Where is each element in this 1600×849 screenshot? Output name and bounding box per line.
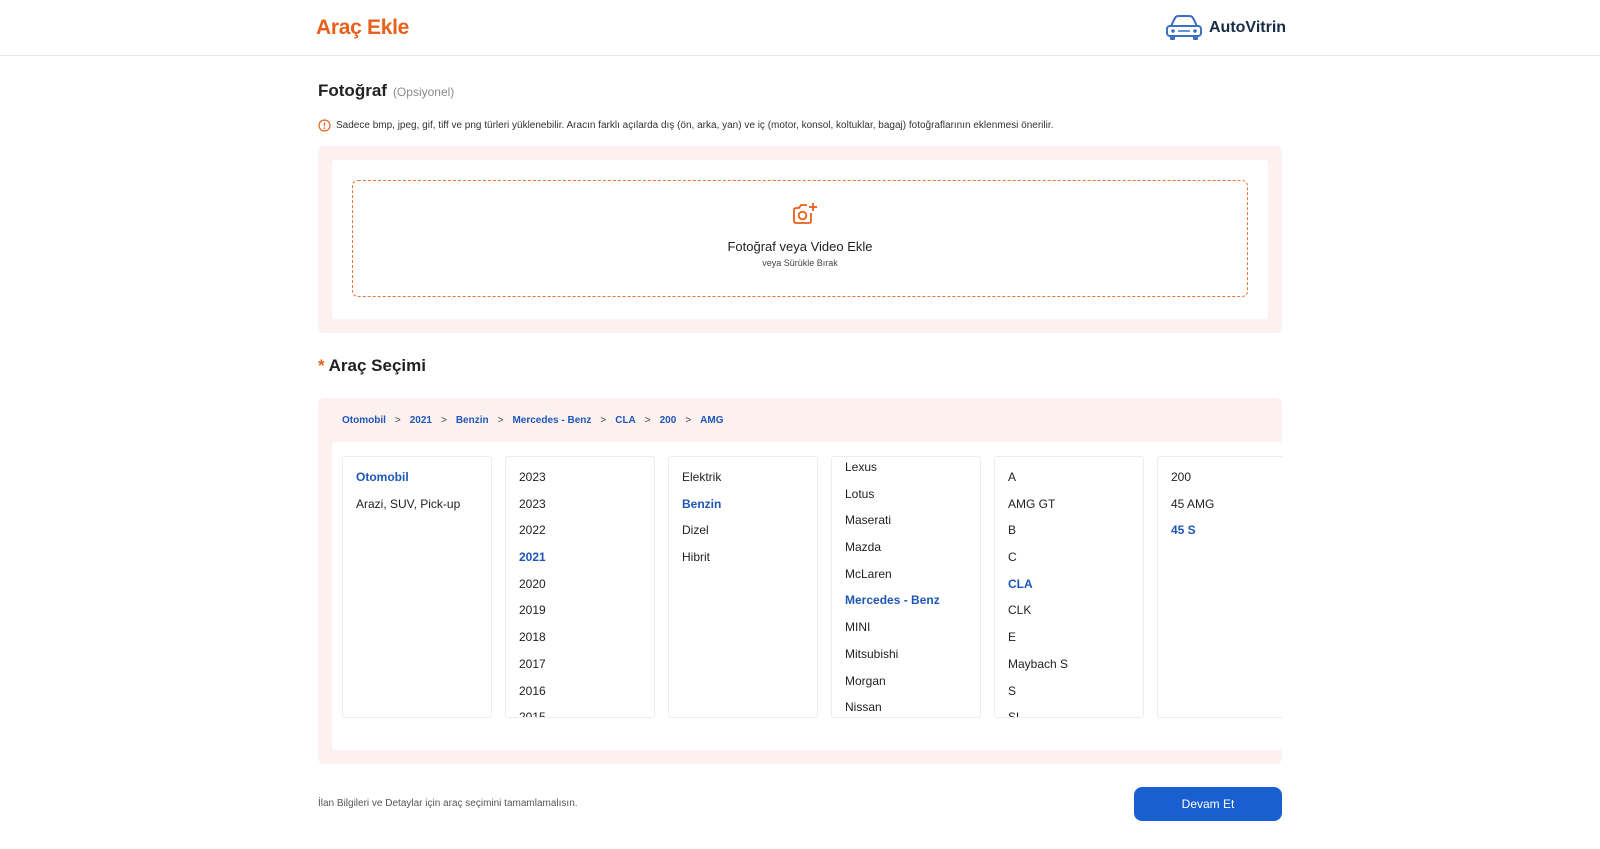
upload-panel: Fotoğraf veya Video Ekle veya Sürükle Bı… bbox=[318, 146, 1282, 333]
brand-logo[interactable]: AutoVitrin bbox=[1165, 14, 1286, 42]
continue-button[interactable]: Devam Et bbox=[1134, 787, 1282, 821]
camera-plus-icon bbox=[793, 203, 817, 224]
column-option[interactable]: Mercedes - Benz bbox=[832, 587, 980, 614]
column-option[interactable]: 2016 bbox=[506, 678, 654, 705]
column-option[interactable]: Morgan bbox=[832, 668, 980, 695]
column-option[interactable]: SL bbox=[995, 704, 1143, 717]
upload-title: Fotoğraf veya Video Ekle bbox=[727, 239, 873, 254]
brand-name: AutoVitrin bbox=[1209, 19, 1287, 36]
breadcrumb-separator: > bbox=[394, 415, 401, 426]
column-option[interactable]: Mazda bbox=[832, 534, 980, 561]
column-option[interactable]: AMG GT bbox=[995, 491, 1143, 518]
car-icon bbox=[1166, 15, 1202, 40]
column-option[interactable]: 2021 bbox=[506, 544, 654, 571]
breadcrumb-separator: > bbox=[600, 415, 607, 426]
photo-section-heading: Fotoğraf (Opsiyonel) bbox=[318, 81, 454, 101]
breadcrumb-item[interactable]: Benzin bbox=[456, 415, 489, 426]
column-option[interactable]: Maybach S bbox=[995, 651, 1143, 678]
breadcrumb-item[interactable]: Mercedes - Benz bbox=[512, 415, 591, 426]
vehicle-columns: Otomobil Arazi, SUV, Pick-up 2023 2023 2022 2… bbox=[332, 442, 1282, 750]
column-option[interactable]: A bbox=[995, 464, 1143, 491]
column-option[interactable]: 2019 bbox=[506, 597, 654, 624]
column-option[interactable]: Arazi, SUV, Pick-up bbox=[343, 491, 491, 518]
selection-column[interactable]: Otomobil Arazi, SUV, Pick-up bbox=[342, 456, 492, 718]
breadcrumb-item[interactable]: CLA bbox=[615, 415, 636, 426]
breadcrumb: Otomobil >2021 > Benzin > Mercedes - Benz > CLA… bbox=[342, 415, 724, 426]
column-option[interactable]: McLaren bbox=[832, 561, 980, 588]
selection-column[interactable]: Elektrik Benzin Dizel Hibrit bbox=[668, 456, 818, 718]
column-option[interactable]: Dizel bbox=[669, 517, 817, 544]
breadcrumb-separator: > bbox=[644, 415, 651, 426]
column-option[interactable]: Mitsubishi bbox=[832, 641, 980, 668]
breadcrumb-item[interactable]: 2021 bbox=[410, 415, 432, 426]
column-option[interactable]: 2020 bbox=[506, 571, 654, 598]
upload-card: Fotoğraf veya Video Ekle veya Sürükle Bı… bbox=[332, 160, 1268, 319]
optional-label: (Opsiyonel) bbox=[392, 85, 455, 99]
page-title: Araç Ekle bbox=[316, 16, 410, 39]
breadcrumb-item[interactable]: 200 bbox=[660, 415, 677, 426]
required-mark: * bbox=[318, 356, 325, 375]
selection-column[interactable]: 2023 2023 2022 2021 2020 2019 2018 2017 2016 2015 bbox=[505, 456, 655, 718]
column-option[interactable]: 45 S bbox=[1158, 517, 1282, 544]
column-option[interactable]: S bbox=[995, 678, 1143, 705]
breadcrumb-item[interactable]: AMG bbox=[700, 415, 723, 426]
breadcrumb-item[interactable]: Otomobil bbox=[342, 415, 386, 426]
column-option[interactable]: CLK bbox=[995, 597, 1143, 624]
column-option[interactable]: 2023 bbox=[506, 464, 654, 491]
column-option[interactable]: 2023 bbox=[506, 491, 654, 518]
column-option[interactable]: Elektrik bbox=[669, 464, 817, 491]
upload-info: Sadece bmp, jpeg, gif, tiff ve png türle… bbox=[318, 119, 1053, 132]
column-option[interactable]: B bbox=[995, 517, 1143, 544]
column-option[interactable]: 2017 bbox=[506, 651, 654, 678]
column-option[interactable]: C bbox=[995, 544, 1143, 571]
column-option[interactable]: 45 AMG bbox=[1158, 491, 1282, 518]
info-icon bbox=[318, 119, 331, 132]
column-option[interactable]: Lexus bbox=[832, 457, 980, 481]
footer-note: İlan Bilgileri ve Detaylar için araç seç… bbox=[318, 798, 578, 809]
column-option[interactable]: E bbox=[995, 624, 1143, 651]
vehicle-select-panel: Otomobil >2021 > Benzin > Mercedes - Benz > CLA… bbox=[318, 398, 1282, 764]
column-option[interactable]: Maserati bbox=[832, 507, 980, 534]
breadcrumb-separator: > bbox=[685, 415, 692, 426]
upload-subtitle: veya Sürükle Bırak bbox=[762, 258, 838, 268]
selection-column[interactable]: Lexus Lotus Maserati Mazda McLaren Mercedes -… bbox=[831, 456, 981, 718]
column-option[interactable]: Nissan bbox=[832, 694, 980, 717]
vehicle-section-title: Araç Seçimi bbox=[328, 356, 426, 375]
column-option[interactable]: CLA bbox=[995, 571, 1143, 598]
selection-column[interactable]: 200 45 AMG 45 S bbox=[1157, 456, 1282, 718]
breadcrumb-separator: > bbox=[440, 415, 447, 426]
vehicle-section-heading: * Araç Seçimi bbox=[318, 356, 426, 376]
column-option[interactable]: 2022 bbox=[506, 517, 654, 544]
column-option[interactable]: 200 bbox=[1158, 464, 1282, 491]
column-option[interactable]: Otomobil bbox=[343, 464, 491, 491]
column-option[interactable]: MINI bbox=[832, 614, 980, 641]
column-option[interactable]: 2015 bbox=[506, 704, 654, 717]
breadcrumb-separator: > bbox=[497, 415, 504, 426]
photo-section-title: Fotoğraf bbox=[318, 81, 387, 100]
column-option[interactable]: Hibrit bbox=[669, 544, 817, 571]
column-option[interactable]: Benzin bbox=[669, 491, 817, 518]
media-dropzone[interactable]: Fotoğraf veya Video Ekle veya Sürükle Bı… bbox=[352, 180, 1248, 297]
top-bar: Araç Ekle AutoVitrin bbox=[0, 0, 1600, 56]
column-option[interactable]: Lotus bbox=[832, 481, 980, 508]
info-text: Sadece bmp, jpeg, gif, tiff ve png türle… bbox=[336, 120, 1054, 131]
column-option[interactable]: 2018 bbox=[506, 624, 654, 651]
selection-column[interactable]: A AMG GT B C CLA CLK E Maybach S S SL bbox=[994, 456, 1144, 718]
